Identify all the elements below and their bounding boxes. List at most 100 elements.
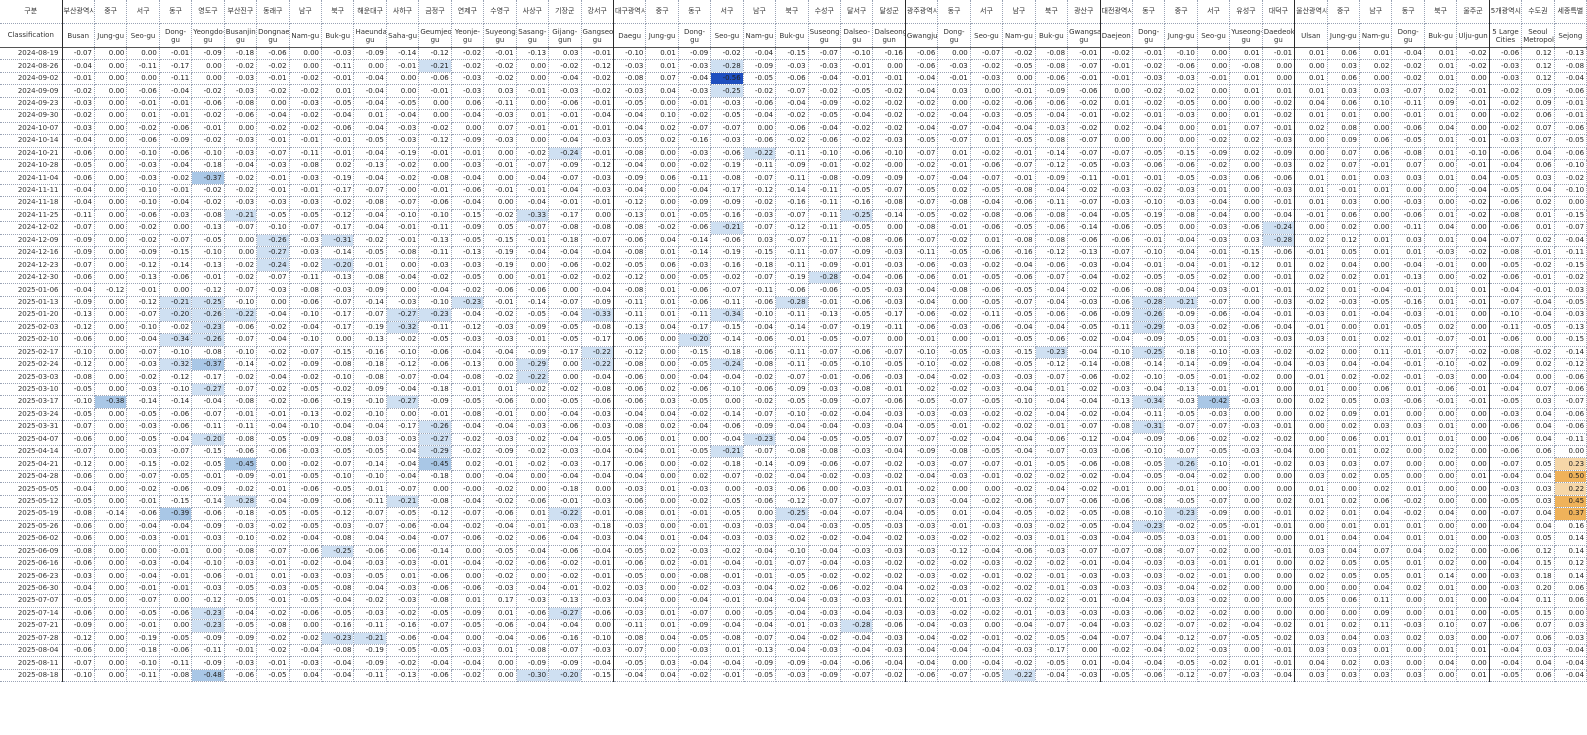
table-cell[interactable]: -0.15 (1002, 346, 1036, 359)
table-cell[interactable]: -0.01 (872, 383, 906, 397)
table-cell[interactable]: -0.02 (1456, 346, 1490, 359)
table-cell[interactable]: -0.08 (224, 433, 258, 447)
table-cell[interactable]: -0.12 (581, 159, 614, 173)
table-cell[interactable]: -0.09 (743, 420, 777, 434)
table-cell[interactable]: 0.02 (1424, 545, 1458, 558)
table-cell[interactable]: -0.05 (678, 445, 712, 459)
table-cell[interactable]: -0.02 (678, 582, 712, 596)
table-cell[interactable]: -0.11 (904, 246, 939, 260)
table-cell[interactable]: -0.28 (1132, 296, 1166, 310)
table-cell[interactable]: 0.00 (1327, 346, 1361, 359)
table-cell[interactable]: 0.09 (1327, 134, 1361, 148)
table-cell[interactable]: -0.03 (710, 97, 744, 111)
table-cell[interactable]: -0.03 (1197, 408, 1231, 422)
table-cell[interactable]: -0.04 (451, 109, 485, 123)
table-cell[interactable]: -0.01 (1197, 246, 1231, 260)
table-cell[interactable]: -0.18 (743, 258, 777, 272)
table-cell[interactable]: -0.06 (353, 545, 387, 558)
table-cell[interactable]: -0.02 (126, 234, 160, 248)
table-cell[interactable]: -0.02 (937, 532, 971, 546)
table-cell[interactable]: -0.11 (1099, 321, 1133, 335)
table-cell[interactable]: -0.03 (256, 582, 290, 596)
table-cell[interactable]: 0.00 (516, 395, 550, 409)
table-cell[interactable]: -0.05 (1488, 171, 1523, 185)
table-cell[interactable]: -0.02 (1197, 545, 1231, 558)
table-cell[interactable]: -0.04 (353, 72, 387, 86)
table-cell[interactable]: -0.21 (224, 209, 258, 223)
table-cell[interactable]: -0.22 (581, 346, 614, 359)
table-cell[interactable]: -0.11 (775, 308, 809, 322)
table-cell[interactable]: -0.05 (937, 346, 971, 359)
table-cell[interactable]: -0.10 (321, 470, 355, 484)
table-cell[interactable]: -0.04 (743, 47, 777, 61)
table-cell[interactable]: -0.08 (612, 246, 647, 260)
table-cell[interactable]: 0.02 (1424, 445, 1458, 459)
table-cell[interactable]: 0.00 (1424, 408, 1458, 422)
table-cell[interactable]: 0.00 (1197, 97, 1231, 111)
table-cell[interactable]: -0.02 (256, 520, 290, 534)
table-cell[interactable]: -0.02 (224, 258, 258, 272)
table-cell[interactable]: -0.03 (970, 72, 1004, 86)
table-cell[interactable]: -0.04 (61, 196, 95, 210)
table-cell[interactable]: 0.00 (94, 72, 128, 86)
table-cell[interactable]: -0.03 (678, 644, 712, 658)
table-cell[interactable]: -0.08 (1229, 59, 1263, 73)
table-cell[interactable]: 0.09 (1521, 84, 1555, 98)
table-cell[interactable]: -0.01 (191, 122, 225, 136)
table-cell[interactable]: 0.02 (645, 420, 679, 434)
table-cell[interactable]: -0.03 (872, 296, 906, 310)
table-cell[interactable]: -0.01 (483, 296, 517, 310)
table-cell[interactable]: -0.06 (159, 408, 193, 422)
table-cell[interactable]: -0.02 (483, 532, 517, 546)
table-cell[interactable]: -0.22 (224, 308, 258, 322)
table-cell[interactable]: 0.00 (1456, 607, 1490, 621)
table-cell[interactable]: -0.06 (840, 147, 874, 160)
table-cell[interactable]: -0.07 (1391, 84, 1425, 98)
table-cell[interactable]: 0.01 (1424, 594, 1458, 608)
table-cell[interactable]: -0.11 (872, 321, 906, 335)
table-cell[interactable]: -0.10 (1132, 370, 1166, 384)
table-cell[interactable]: -0.02 (678, 408, 712, 422)
table-cell[interactable]: 0.00 (224, 234, 258, 248)
table-cell[interactable]: -0.10 (1197, 457, 1231, 471)
table-cell[interactable]: -0.01 (743, 569, 777, 583)
table-cell[interactable]: -0.11 (418, 321, 452, 335)
table-cell[interactable]: -0.01 (581, 196, 614, 210)
table-cell[interactable]: -0.03 (1002, 370, 1036, 384)
table-cell[interactable]: 0.00 (483, 147, 517, 160)
table-cell[interactable]: 0.02 (1294, 569, 1328, 583)
table-cell[interactable]: -0.08 (386, 246, 420, 260)
table-cell[interactable]: -0.08 (581, 321, 614, 335)
table-cell[interactable]: -0.29 (1132, 321, 1166, 335)
table-cell[interactable]: -0.01 (1391, 346, 1425, 359)
table-cell[interactable]: 0.04 (1359, 532, 1393, 546)
table-cell[interactable]: -0.03 (840, 420, 874, 434)
table-cell[interactable]: 0.00 (1391, 656, 1425, 670)
table-cell[interactable]: -0.02 (1456, 47, 1490, 61)
table-cell[interactable]: -0.04 (451, 557, 485, 571)
table-cell[interactable]: -0.03 (386, 122, 420, 136)
table-cell[interactable]: -0.14 (386, 47, 420, 61)
table-cell[interactable]: 0.06 (1327, 433, 1361, 447)
table-cell[interactable]: 0.04 (1327, 358, 1361, 372)
table-cell[interactable]: -0.03 (1262, 159, 1296, 173)
table-cell[interactable]: -0.12 (1067, 433, 1101, 447)
table-cell[interactable]: -0.07 (710, 470, 744, 484)
table-cell[interactable]: -0.04 (581, 246, 614, 260)
table-cell[interactable]: -0.03 (289, 246, 323, 260)
table-cell[interactable]: -0.10 (581, 632, 614, 646)
table-cell[interactable]: 0.03 (1359, 632, 1393, 646)
table-cell[interactable]: -0.02 (1391, 59, 1425, 73)
table-cell[interactable]: -0.02 (1488, 122, 1523, 136)
table-cell[interactable]: -0.04 (710, 370, 744, 384)
table-cell[interactable]: 0.00 (94, 370, 128, 384)
table-cell[interactable]: -0.04 (937, 644, 971, 658)
table-cell[interactable]: -0.03 (1424, 370, 1458, 384)
table-cell[interactable]: -0.06 (126, 209, 160, 223)
table-cell[interactable]: 0.00 (191, 59, 225, 73)
table-cell[interactable]: -0.10 (256, 221, 290, 235)
table-cell[interactable]: 0.01 (1359, 47, 1393, 61)
table-cell[interactable]: -0.04 (1099, 656, 1133, 670)
table-cell[interactable]: 0.00 (1262, 569, 1296, 583)
table-cell[interactable]: -0.20 (191, 433, 225, 447)
